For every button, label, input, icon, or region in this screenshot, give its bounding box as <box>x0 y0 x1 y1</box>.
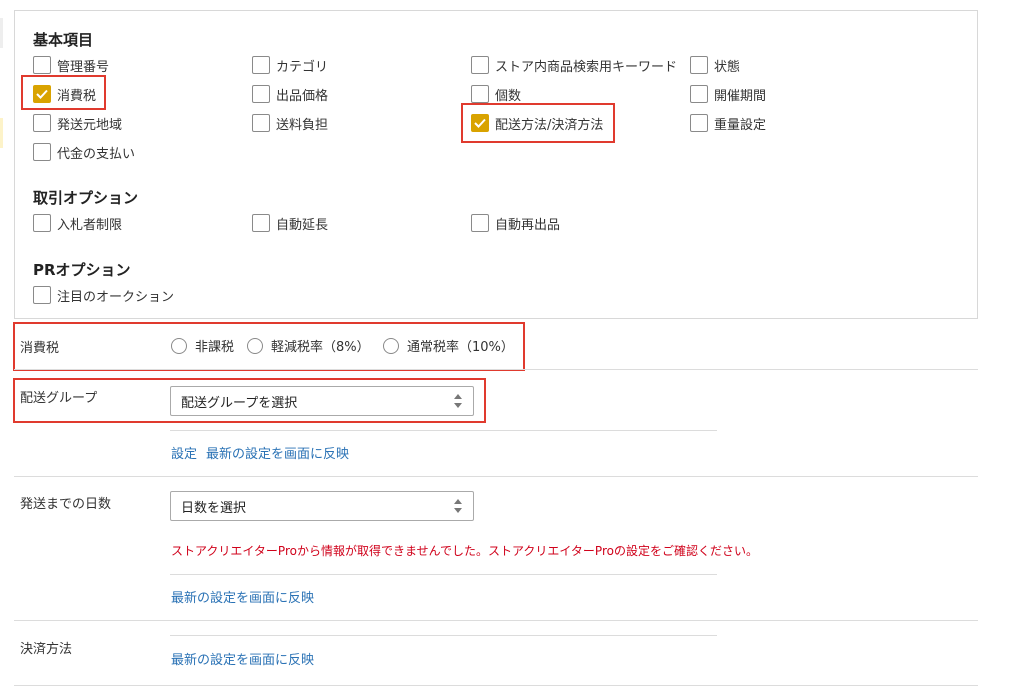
checkbox-listing-price[interactable]: 出品価格 <box>252 84 328 104</box>
left-edge-mark <box>0 118 3 148</box>
radio-tax-exempt[interactable]: 非課税 <box>171 336 234 355</box>
checkbox-category[interactable]: カテゴリ <box>252 55 328 75</box>
checkbox-payment-of-price[interactable]: 代金の支払い <box>33 142 135 162</box>
checkbox-label: 代金の支払い <box>57 146 136 162</box>
checkbox-featured-auction[interactable]: 注目のオークション <box>33 285 174 305</box>
checkbox-label: 配送方法/決済方法 <box>495 117 604 133</box>
shipping-group-label: 配送グループ <box>20 391 98 406</box>
pr-section-title: PRオプション <box>33 261 131 279</box>
checkbox-label: 注目のオークション <box>57 289 175 305</box>
divider <box>14 620 978 621</box>
checkbox-box[interactable] <box>33 114 51 132</box>
checkbox-label: 重量設定 <box>714 117 767 133</box>
checkbox-box[interactable] <box>252 214 270 232</box>
checkbox-box-checked[interactable] <box>33 85 51 103</box>
checkbox-label: 消費税 <box>57 88 97 104</box>
divider <box>170 574 717 575</box>
divider <box>170 635 717 636</box>
checkbox-box[interactable] <box>471 214 489 232</box>
radio-tax-reduced[interactable]: 軽減税率（8%） <box>247 336 370 355</box>
shipping-group-reflect-link[interactable]: 最新の設定を画面に反映 <box>206 443 349 462</box>
divider <box>170 430 717 431</box>
checkbox-label: 発送元地域 <box>57 117 123 133</box>
checkbox-label: 状態 <box>714 59 741 75</box>
ship-days-label: 発送までの日数 <box>20 497 112 512</box>
checkbox-box[interactable] <box>690 85 708 103</box>
shipping-group-settings-link[interactable]: 設定 <box>171 443 197 462</box>
radio-label: 非課税 <box>195 340 235 355</box>
checkbox-kanri-bango[interactable]: 管理番号 <box>33 55 109 75</box>
select-value: 配送グループを選択 <box>181 395 298 411</box>
radio-label: 通常税率（10%） <box>407 340 514 355</box>
checkbox-auto-relist[interactable]: 自動再出品 <box>471 213 560 233</box>
tax-row-label: 消費税 <box>20 341 60 356</box>
select-arrows-icon <box>454 499 462 513</box>
radio-circle[interactable] <box>171 337 187 354</box>
checkbox-label: 管理番号 <box>57 59 110 75</box>
checkbox-label: ストア内商品検索用キーワード <box>495 59 678 75</box>
select-value: 日数を選択 <box>181 500 247 516</box>
shipping-group-select[interactable]: 配送グループを選択 <box>170 386 474 416</box>
checkbox-box[interactable] <box>471 85 489 103</box>
checkbox-box[interactable] <box>252 56 270 74</box>
select-arrows-icon <box>454 394 462 408</box>
radio-label: 軽減税率（8%） <box>271 340 370 355</box>
checkbox-label: 個数 <box>495 88 522 104</box>
ship-days-select[interactable]: 日数を選択 <box>170 491 474 521</box>
checkbox-label: 自動延長 <box>276 217 329 233</box>
checkbox-ship-origin[interactable]: 発送元地域 <box>33 113 122 133</box>
check-icon <box>474 118 486 128</box>
ship-days-error-message: ストアクリエイターProから情報が取得できませんでした。ストアクリエイターPro… <box>171 544 758 558</box>
checkbox-box[interactable] <box>33 56 51 74</box>
checkbox-box[interactable] <box>690 114 708 132</box>
checkbox-consumption-tax[interactable]: 消費税 <box>33 84 96 104</box>
checkbox-box[interactable] <box>33 286 51 304</box>
divider <box>14 476 978 477</box>
checkbox-condition[interactable]: 状態 <box>690 55 740 75</box>
checkbox-weight[interactable]: 重量設定 <box>690 113 766 133</box>
checkbox-bidder-limit[interactable]: 入札者制限 <box>33 213 122 233</box>
checkbox-box-checked[interactable] <box>471 114 489 132</box>
checkbox-box[interactable] <box>252 85 270 103</box>
checkbox-period[interactable]: 開催期間 <box>690 84 766 104</box>
checkbox-box[interactable] <box>690 56 708 74</box>
checkbox-quantity[interactable]: 個数 <box>471 84 521 104</box>
checkbox-label: 送料負担 <box>276 117 329 133</box>
ship-days-reflect-link[interactable]: 最新の設定を画面に反映 <box>171 587 314 606</box>
checkbox-label: カテゴリ <box>276 59 329 75</box>
divider <box>14 685 978 686</box>
radio-tax-standard[interactable]: 通常税率（10%） <box>383 336 514 355</box>
payment-label: 決済方法 <box>20 642 73 657</box>
checkbox-auto-extend[interactable]: 自動延長 <box>252 213 328 233</box>
checkbox-box[interactable] <box>471 56 489 74</box>
checkbox-label: 開催期間 <box>714 88 767 104</box>
checkbox-shipping-payment[interactable]: 配送方法/決済方法 <box>471 113 603 133</box>
checkbox-box[interactable] <box>252 114 270 132</box>
checkbox-label: 自動再出品 <box>495 217 561 233</box>
checkbox-box[interactable] <box>33 214 51 232</box>
left-edge-mark <box>0 18 3 48</box>
trade-section-title: 取引オプション <box>33 189 139 207</box>
checkbox-label: 入札者制限 <box>57 217 123 233</box>
checkbox-label: 出品価格 <box>276 88 329 104</box>
checkbox-box[interactable] <box>33 143 51 161</box>
checkbox-store-keyword[interactable]: ストア内商品検索用キーワード <box>471 55 677 75</box>
check-icon <box>36 89 48 99</box>
divider <box>14 369 978 370</box>
checkbox-shipping-fee[interactable]: 送料負担 <box>252 113 328 133</box>
basic-section-title: 基本項目 <box>33 31 94 49</box>
radio-circle[interactable] <box>247 337 263 354</box>
payment-reflect-link[interactable]: 最新の設定を画面に反映 <box>171 649 314 668</box>
radio-circle[interactable] <box>383 337 399 354</box>
